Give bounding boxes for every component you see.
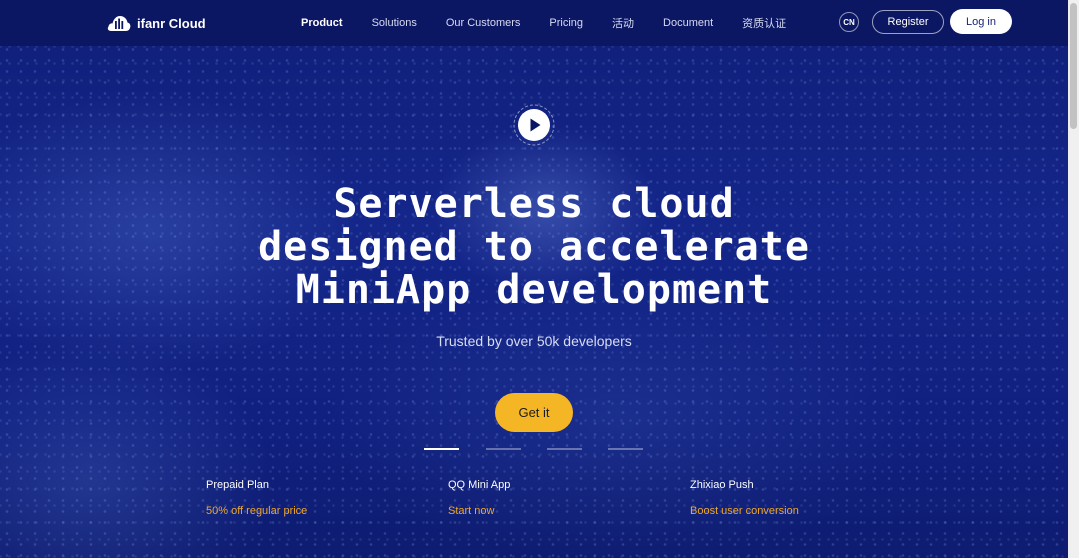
nav-item-product[interactable]: Product [301,17,343,29]
slide-indicator-3[interactable] [547,448,582,450]
promo-link[interactable]: 50% off regular price [206,505,307,517]
scrollbar-thumb[interactable] [1070,3,1077,129]
nav-item-our-customers[interactable]: Our Customers [446,17,521,29]
promo-title: QQ Mini App [448,479,511,491]
hero-headline-line-2: designed to accelerate [258,224,810,270]
hero-subtitle: Trusted by over 50k developers [436,333,632,349]
promo-link[interactable]: Start now [448,505,510,517]
promo-zhixiao-push: Zhixiao Push Boost user conversion [690,479,799,517]
register-button[interactable]: Register [872,10,944,34]
cloud-logo-icon [107,16,131,31]
promo-link[interactable]: Boost user conversion [690,505,799,517]
play-video-icon[interactable] [513,104,555,146]
slide-indicator-2[interactable] [486,448,521,450]
brand-logo[interactable]: ifanr Cloud [107,12,206,34]
promo-prepaid-plan: Prepaid Plan 50% off regular price [206,479,307,517]
language-switch-button[interactable]: CN [839,12,859,32]
hero-headline-line-1: Serverless cloud [333,181,735,227]
brand-name: ifanr Cloud [137,15,206,31]
slide-indicator-4[interactable] [608,448,643,450]
hero-headline: Serverless cloud designed to accelerate … [234,183,834,312]
hero-headline-line-3: MiniApp development [295,267,773,313]
login-button[interactable]: Log in [950,9,1012,34]
main-nav: Product Solutions Our Customers Pricing … [287,0,786,46]
nav-item-pricing[interactable]: Pricing [549,17,583,29]
nav-item-events[interactable]: 活动 [612,15,634,31]
nav-item-document[interactable]: Document [663,17,713,29]
promo-title: Prepaid Plan [206,479,269,491]
promo-title: Zhixiao Push [690,479,754,491]
nav-item-solutions[interactable]: Solutions [372,17,417,29]
get-it-button[interactable]: Get it [495,393,573,432]
top-navbar: ifanr Cloud Product Solutions Our Custom… [0,0,1068,46]
slide-indicator-1[interactable] [424,448,459,450]
promo-qq-mini-app: QQ Mini App Start now [448,479,510,517]
nav-item-qualification[interactable]: 资质认证 [742,15,786,31]
